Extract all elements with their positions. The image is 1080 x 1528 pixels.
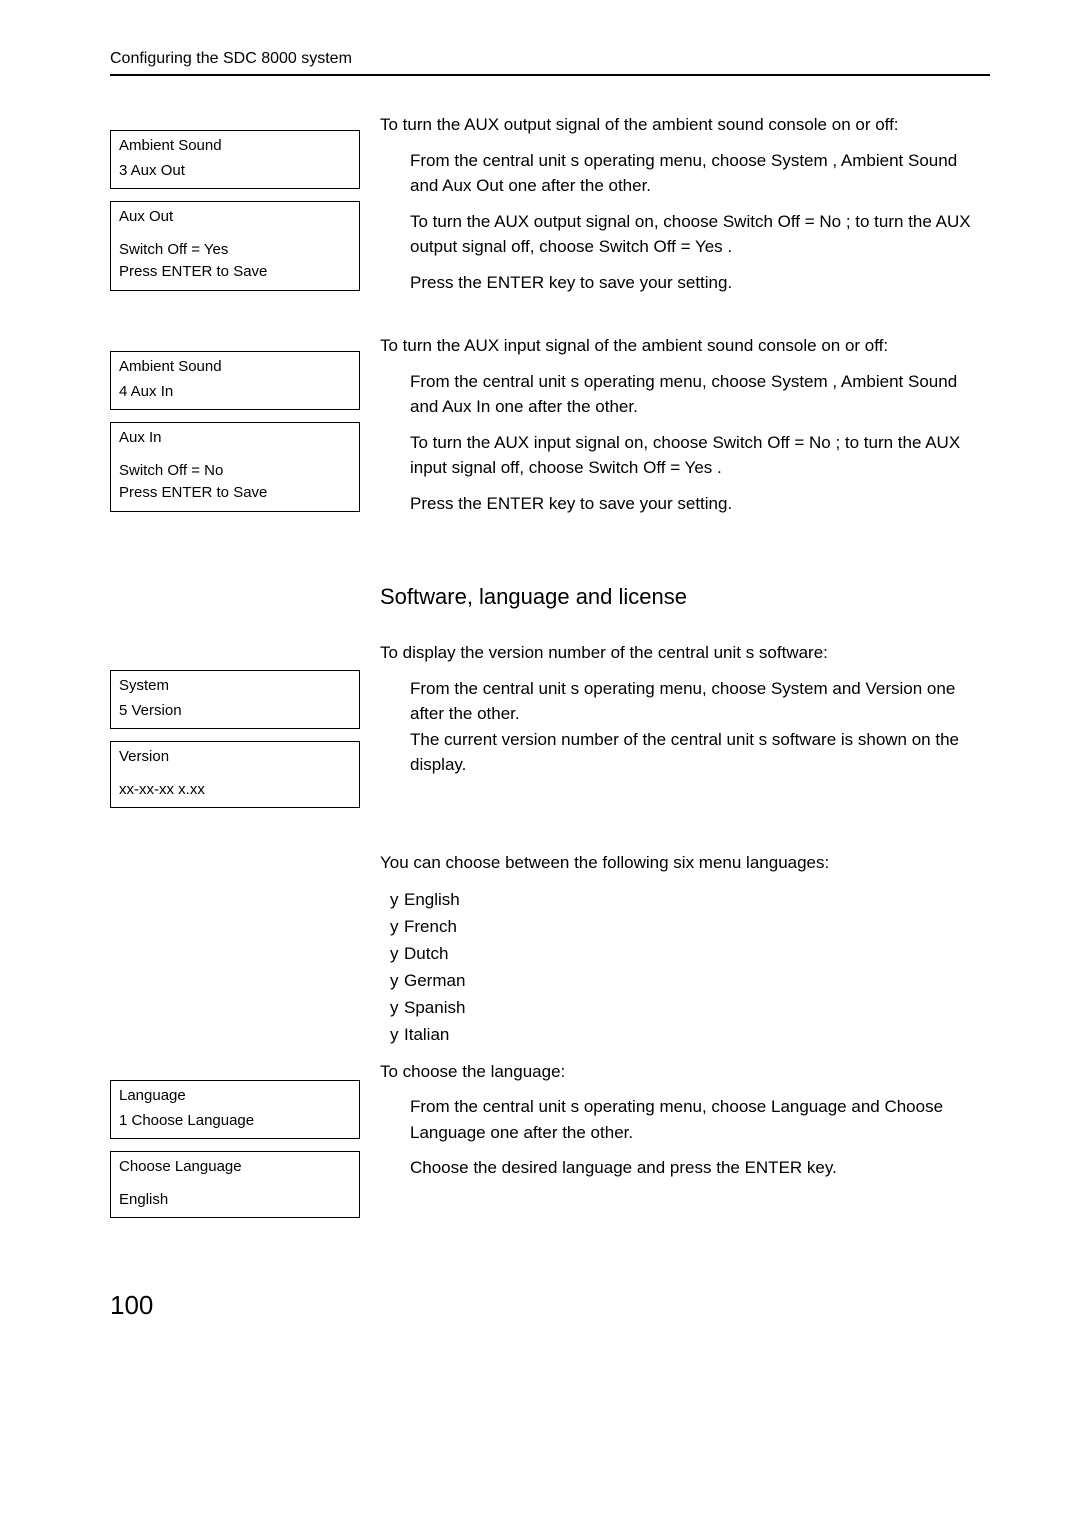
lcd-language-value: Choose Language English <box>110 1151 360 1218</box>
lcd-line: Aux Out <box>119 206 351 229</box>
lcd-line: 5 Version <box>119 700 351 723</box>
list-item: French <box>390 913 990 940</box>
lcd-line: xx-xx-xx x.xx <box>119 779 351 802</box>
t: Version <box>865 679 922 698</box>
lcd-line: Choose Language <box>119 1156 351 1179</box>
aux-in-intro: To turn the AUX input signal of the ambi… <box>380 333 990 359</box>
t: System <box>771 151 828 170</box>
lcd-line: Language <box>119 1085 351 1108</box>
lcd-line: Switch Off = No <box>119 460 351 483</box>
aux-out-step3: Press the ENTER key to save your setting… <box>380 270 990 296</box>
lcd-line: 4 Aux In <box>119 381 351 404</box>
list-item: English <box>390 886 990 913</box>
version-intro: To display the version number of the cen… <box>380 640 990 666</box>
t: The current version number of the centra… <box>410 730 959 775</box>
t: From the central unit s operating menu, … <box>410 679 771 698</box>
aux-out-step2: To turn the AUX output signal on, choose… <box>380 209 990 260</box>
lcd-line: 1 Choose Language <box>119 1110 351 1133</box>
lcd-line: Switch Off = Yes <box>119 239 351 262</box>
t: , Ambient Sound <box>832 151 957 170</box>
t: From the central unit s operating menu, … <box>410 372 766 391</box>
lang-choose-intro: To choose the language: <box>380 1059 990 1085</box>
t: and <box>832 679 865 698</box>
t: . <box>717 458 722 477</box>
lcd-system-version-menu: System 5 Version <box>110 670 360 729</box>
t: System <box>771 372 828 391</box>
aux-out-step1: From the central unit s operating menu, … <box>380 148 990 199</box>
list-item: Dutch <box>390 940 990 967</box>
lcd-line: 3 Aux Out <box>119 160 351 183</box>
lcd-ambient-in-menu: Ambient Sound 4 Aux In <box>110 351 360 410</box>
lang-step1: From the central unit s operating menu, … <box>380 1094 990 1145</box>
lcd-ambient-in-setting: Aux In Switch Off = No Press ENTER to Sa… <box>110 422 360 512</box>
page-header: Configuring the SDC 8000 system <box>110 50 990 76</box>
version-step1: From the central unit s operating menu, … <box>380 676 990 778</box>
t: one after the other. <box>495 397 638 416</box>
t: one after the other. <box>508 176 651 195</box>
lcd-ambient-out-menu: Ambient Sound 3 Aux Out <box>110 130 360 189</box>
section-title: Software, language and license <box>380 584 990 610</box>
lcd-line: System <box>119 675 351 698</box>
t: System <box>771 679 828 698</box>
t: Language <box>771 1097 847 1116</box>
t: Switch Off = No <box>712 433 830 452</box>
language-list: English French Dutch German Spanish Ital… <box>380 886 990 1049</box>
lcd-line: Ambient Sound <box>119 135 351 158</box>
lcd-version-value: Version xx-xx-xx x.xx <box>110 741 360 808</box>
lang-step2: Choose the desired language and press th… <box>380 1155 990 1181</box>
lcd-line: English <box>119 1189 351 1212</box>
aux-in-step2: To turn the AUX input signal on, choose … <box>380 430 990 481</box>
t: Aux Out <box>442 176 503 195</box>
lcd-line: Ambient Sound <box>119 356 351 379</box>
t: and <box>851 1097 884 1116</box>
t: , Ambient Sound <box>832 372 957 391</box>
lang-intro: You can choose between the following six… <box>380 850 990 876</box>
t: Aux In <box>442 397 490 416</box>
t: and <box>410 397 442 416</box>
lcd-language-menu: Language 1 Choose Language <box>110 1080 360 1139</box>
aux-in-step1: From the central unit s operating menu, … <box>380 369 990 420</box>
lcd-line: Press ENTER to Save <box>119 261 351 284</box>
t: Switch Off = Yes <box>588 458 712 477</box>
t: From the central unit s operating menu, … <box>410 151 766 170</box>
page-number: 100 <box>110 1290 990 1321</box>
t: and <box>410 176 442 195</box>
aux-in-step3: Press the ENTER key to save your setting… <box>380 491 990 517</box>
list-item: Italian <box>390 1021 990 1048</box>
lcd-ambient-out-setting: Aux Out Switch Off = Yes Press ENTER to … <box>110 201 360 291</box>
list-item: German <box>390 967 990 994</box>
list-item: Spanish <box>390 994 990 1021</box>
t: Switch Off = No <box>723 212 841 231</box>
t: To turn the AUX output signal on, choose <box>410 212 718 231</box>
t: one after the other. <box>490 1123 633 1142</box>
t: Switch Off = Yes <box>599 237 723 256</box>
lcd-line: Press ENTER to Save <box>119 482 351 505</box>
t: . <box>727 237 732 256</box>
aux-out-intro: To turn the AUX output signal of the amb… <box>380 112 990 138</box>
t: From the central unit s operating menu, … <box>410 1097 766 1116</box>
t: To turn the AUX input signal on, choose <box>410 433 708 452</box>
lcd-line: Aux In <box>119 427 351 450</box>
lcd-line: Version <box>119 746 351 769</box>
